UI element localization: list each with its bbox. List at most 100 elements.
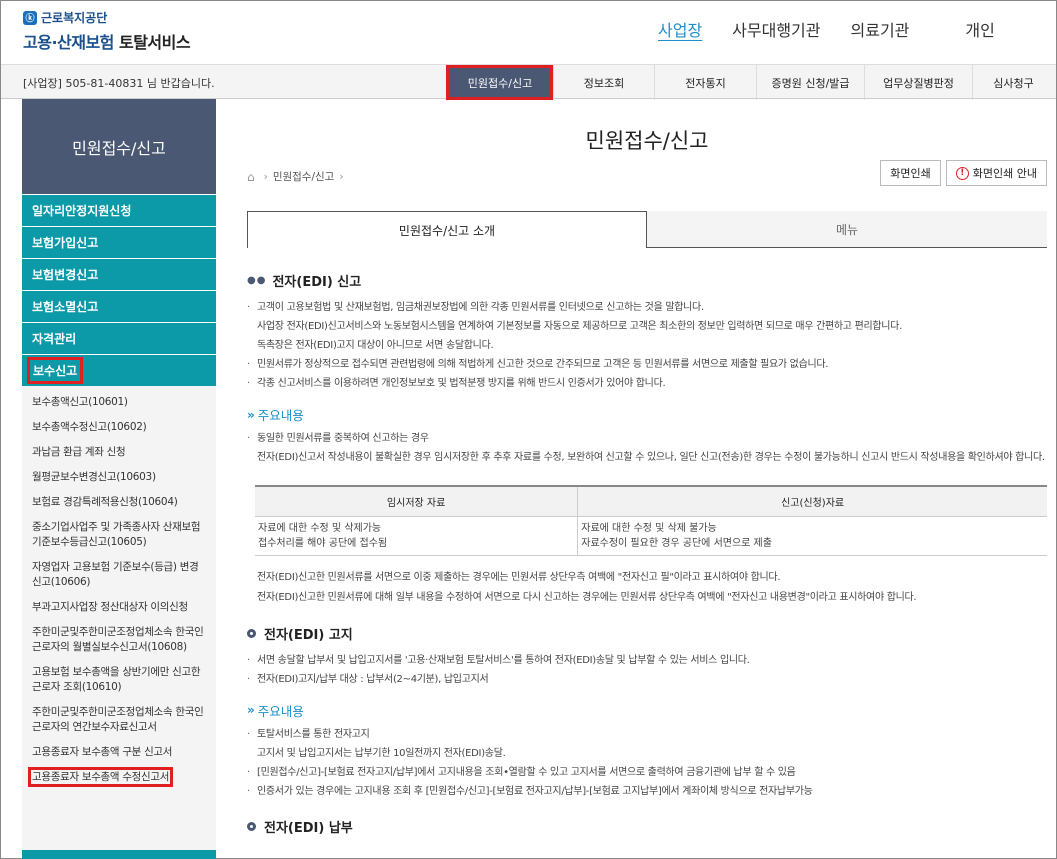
bullet-text: [민원접수/신고]-[보험료 전자고지/납부]에서 고지내용을 조회•열람할 수… xyxy=(247,763,1047,782)
sidebar-item-insurance-change[interactable]: 보험변경신고 xyxy=(22,258,216,290)
sidebar-sub-item[interactable]: 주한미군및주한미군조정업체소속 한국인근로자의 연간보수자료신고서 xyxy=(22,700,216,740)
top-nav-personal[interactable]: 개인 xyxy=(965,17,994,41)
table-cell-line: 자료에 대한 수정 및 삭제 불가능 xyxy=(581,522,717,534)
bullet-text: 독촉장은 전자(EDI)고지 대상이 아니므로 서면 송달합니다. xyxy=(257,340,494,351)
gnb-menu: 민원접수/신고 정보조회 전자통지 증명원 신청/발급 업무상질병판정 심사청구 xyxy=(446,65,1054,100)
sub-heading: » 주요내용 xyxy=(247,701,1047,720)
welcome-text: [사업장] 505-81-40831 님 반갑습니다. xyxy=(23,77,215,90)
note-text: 전자(EDI)신고한 민원서류에 대해 일부 내용을 수정하여 서면으로 다시 … xyxy=(257,591,917,603)
double-chevron-icon: » xyxy=(247,407,255,422)
note-text: 전자(EDI)신고한 민원서류를 서면으로 이중 제출하는 경우에는 민원서류 … xyxy=(257,571,781,583)
gnb-item-review-claim[interactable]: 심사청구 xyxy=(972,65,1054,100)
home-icon[interactable]: ⌂ xyxy=(247,170,255,184)
sidebar-sub-item[interactable]: 고용종료자 보수총액 구분 신고서 xyxy=(22,740,216,765)
sidebar-sub-item[interactable]: 중소기업사업주 및 가족종사자 산재보험 기준보수등급신고(10605) xyxy=(22,515,216,555)
breadcrumb-separator-icon: › xyxy=(263,170,268,183)
intro-content: ●● 전자(EDI) 신고 고객이 고용보험법 및 산재보험법, 임금채권보장법… xyxy=(247,271,1047,844)
section-heading: ●● 전자(EDI) 신고 xyxy=(247,271,1047,290)
section-heading: 전자(EDI) 고지 xyxy=(247,624,1047,643)
sidebar-sub-item-selected-label: 고용종료자 보수총액 수정신고서 xyxy=(27,767,174,787)
bullet-text: 고객이 고용보험법 및 산재보험법, 임금채권보장법에 의한 각종 민원서류를 … xyxy=(247,298,1047,317)
sidebar-sub-item-selected[interactable]: 고용종료자 보수총액 수정신고서 xyxy=(22,765,216,790)
alert-icon: ! xyxy=(955,166,969,180)
gnb-item-e-notice[interactable]: 전자통지 xyxy=(654,65,756,100)
print-guide-button[interactable]: ! 화면인쇄 안내 xyxy=(945,160,1047,186)
sidebar-sub-item[interactable]: 과납금 환급 계좌 신청 xyxy=(22,440,216,465)
bullet-text: 인증서가 있는 경우에는 고지내용 조회 후 [민원접수/신고]-[보험료 전자… xyxy=(247,782,1047,801)
table-cell-line: 자료수정이 필요한 경우 공단에 서면으로 제출 xyxy=(581,537,772,549)
bullet-text: 고지서 및 납입고지서는 납부기한 10일전까지 전자(EDI)송달. xyxy=(257,747,506,759)
bullet-text: 동일한 민원서류를 중복하여 신고하는 경우 xyxy=(247,429,1047,448)
service-name-blue: 고용·산재보험 xyxy=(23,33,114,52)
sidebar-sub-item[interactable]: 자영업자 고용보험 기준보수(등급) 변경신고(10606) xyxy=(22,555,216,595)
sidebar-sub-item[interactable]: 주한미군및주한미군조정업체소속 한국인근로자의 월별실보수신고서(10608) xyxy=(22,620,216,660)
sidebar-sub-item[interactable]: 보험료 경감특례적용신청(10604) xyxy=(22,490,216,515)
table-cell: 자료에 대한 수정 및 삭제가능 접수처리를 해야 공단에 접수됨 xyxy=(255,516,578,556)
table-header: 임시저장 자료 xyxy=(255,485,578,517)
breadcrumb-item[interactable]: 민원접수/신고 xyxy=(273,169,335,184)
sidebar-item-job-stability[interactable]: 일자리안정지원신청 xyxy=(22,194,216,226)
table-cell-line: 접수처리를 해야 공단에 접수됨 xyxy=(258,537,388,549)
sidebar-title: 민원접수/신고 xyxy=(22,99,216,194)
bullet-text: 사업장 전자(EDI)신고서비스와 노동보험시스템을 연계하여 기본정보를 자동… xyxy=(257,321,902,332)
top-nav-business[interactable]: 사업장 xyxy=(658,17,702,41)
section-heading: 전자(EDI) 납부 xyxy=(247,817,1047,836)
breadcrumb: ⌂ › 민원접수/신고 › xyxy=(247,169,349,184)
sidebar-item-wage-report[interactable]: 보수신고 xyxy=(22,354,216,386)
service-name-dark: 토탈서비스 xyxy=(118,33,191,52)
sidebar-item-qualification[interactable]: 자격관리 xyxy=(22,322,216,354)
table-cell-line: 자료에 대한 수정 및 삭제가능 xyxy=(258,522,382,534)
service-name: 고용·산재보험 토탈서비스 xyxy=(23,29,191,53)
double-chevron-icon: » xyxy=(247,703,255,717)
sub-heading: » 주요내용 xyxy=(247,405,1047,424)
ring-bullet-icon xyxy=(247,628,256,638)
sidebar: 민원접수/신고 일자리안정지원신청 보험가입신고 보험변경신고 보험소멸신고 자… xyxy=(22,99,216,859)
gnb-item-disease-judgement[interactable]: 업무상질병판정 xyxy=(864,65,972,100)
top-nav-agency[interactable]: 사무대행기관 xyxy=(732,17,820,41)
sidebar-bottom-bar xyxy=(22,850,216,859)
site-header: ⓚ 근로복지공단 고용·산재보험 토탈서비스 사업장 사무대행기관 의료기관 개… xyxy=(1,1,1056,64)
bullet-text: 각종 신고서비스를 이용하려면 개인정보보호 및 법적분쟁 방지를 위해 반드시… xyxy=(247,374,1047,393)
content-tabs: 민원접수/신고 소개 메뉴 xyxy=(247,211,1047,248)
breadcrumb-separator-icon: › xyxy=(339,170,344,183)
print-guide-label: 화면인쇄 안내 xyxy=(972,167,1037,180)
bullet-text: 민원서류가 정상적으로 접수되면 관련법령에 의해 적법하게 신고한 것으로 간… xyxy=(247,355,1047,374)
org-name-row: ⓚ 근로복지공단 xyxy=(23,9,190,26)
sidebar-sub-item[interactable]: 고용보험 보수총액을 상반기에만 신고한 근로자 조회(10610) xyxy=(22,660,216,700)
comparison-table: 임시저장 자료 신고(신청)자료 자료에 대한 수정 및 삭제가능 접수처리를 … xyxy=(255,485,1047,556)
table-header: 신고(신청)자료 xyxy=(577,485,1047,517)
double-bullet-icon: ●● xyxy=(247,275,267,286)
gnb-item-certificate[interactable]: 증명원 신청/발급 xyxy=(756,65,864,100)
main-menu-bar: [사업장] 505-81-40831 님 반갑습니다. 민원접수/신고 정보조회… xyxy=(1,64,1056,100)
sidebar-sub-item[interactable]: 보수총액신고(10601) xyxy=(22,390,216,415)
bullet-text: 토탈서비스를 통한 전자고지 xyxy=(247,725,1047,744)
print-button[interactable]: 화면인쇄 xyxy=(880,160,941,186)
sidebar-sub-list: 보수총액신고(10601) 보수총액수정신고(10602) 과납금 환급 계좌 … xyxy=(22,386,216,790)
top-nav: 사업장 사무대행기관 의료기관 개인 xyxy=(658,17,1025,41)
ring-bullet-icon xyxy=(247,821,256,831)
table-row: 자료에 대한 수정 및 삭제가능 접수처리를 해야 공단에 접수됨 자료에 대한… xyxy=(255,516,1047,556)
action-buttons: 화면인쇄 ! 화면인쇄 안내 xyxy=(875,160,1047,186)
section-title: 전자(EDI) 납부 xyxy=(264,820,353,836)
table-cell: 자료에 대한 수정 및 삭제 불가능 자료수정이 필요한 경우 공단에 서면으로… xyxy=(577,516,1047,556)
site-logo[interactable]: ⓚ 근로복지공단 고용·산재보험 토탈서비스 xyxy=(23,9,191,53)
sidebar-item-wage-report-label: 보수신고 xyxy=(26,357,84,384)
sidebar-sub-item[interactable]: 부과고지사업장 정산대상자 이의신청 xyxy=(22,595,216,620)
top-nav-medical[interactable]: 의료기관 xyxy=(851,17,910,41)
tab-menu[interactable]: 메뉴 xyxy=(647,211,1047,248)
sidebar-item-insurance-join[interactable]: 보험가입신고 xyxy=(22,226,216,258)
gnb-item-civil-report[interactable]: 민원접수/신고 xyxy=(446,65,553,100)
org-name: 근로복지공단 xyxy=(41,11,108,25)
section-title: 전자(EDI) 신고 xyxy=(272,275,362,290)
sub-heading-label: 주요내용 xyxy=(257,703,304,719)
bullet-text: 서면 송달할 납부서 및 납입고지서를 '고용·산재보험 토탈서비스'를 통하여… xyxy=(247,651,1047,670)
sub-heading-label: 주요내용 xyxy=(257,408,304,423)
bullet-text: 전자(EDI)고지/납부 대상 : 납부서(2~4기분), 납입고지서 xyxy=(247,670,1047,689)
sidebar-item-insurance-terminate[interactable]: 보험소멸신고 xyxy=(22,290,216,322)
tab-intro[interactable]: 민원접수/신고 소개 xyxy=(247,211,647,248)
section-title: 전자(EDI) 고지 xyxy=(264,627,353,643)
sidebar-sub-item[interactable]: 월평균보수변경신고(10603) xyxy=(22,465,216,490)
gnb-item-info-inquiry[interactable]: 정보조회 xyxy=(553,65,654,100)
sidebar-sub-item[interactable]: 보수총액수정신고(10602) xyxy=(22,415,216,440)
page-title: 민원접수/신고 xyxy=(585,129,709,153)
